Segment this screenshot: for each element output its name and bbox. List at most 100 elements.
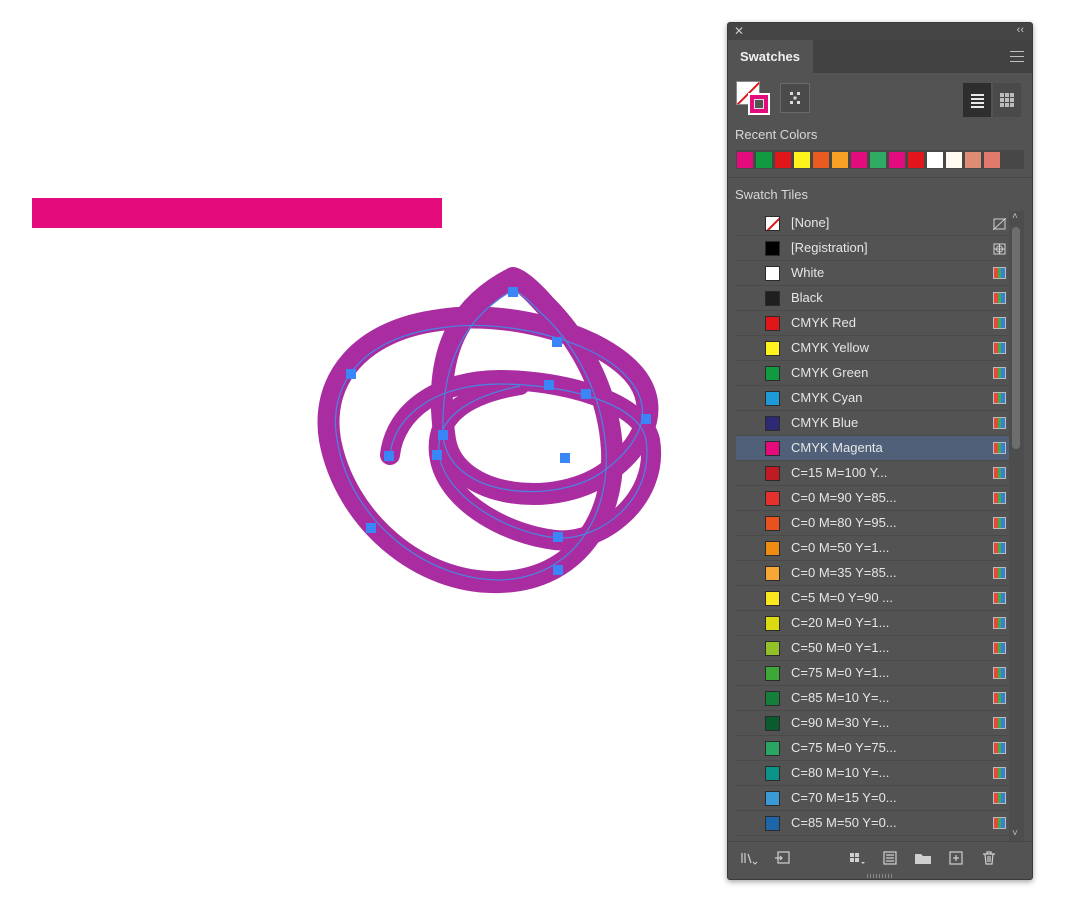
- swatch-row[interactable]: CMYK Red: [736, 311, 1009, 336]
- swatch-name: C=15 M=100 Y...: [791, 465, 888, 480]
- swatch-row[interactable]: C=90 M=30 Y=...: [736, 711, 1009, 736]
- anchor-point[interactable]: [366, 523, 376, 533]
- swatch-row[interactable]: C=0 M=80 Y=95...: [736, 511, 1009, 536]
- recent-color-swatch[interactable]: [756, 151, 772, 168]
- swatch-row[interactable]: C=20 M=0 Y=1...: [736, 611, 1009, 636]
- new-swatch-icon[interactable]: [947, 850, 965, 866]
- cmyk-icon: [993, 742, 1006, 754]
- recent-color-swatch[interactable]: [832, 151, 848, 168]
- new-color-group-icon[interactable]: [914, 850, 932, 866]
- brush-path[interactable]: [317, 267, 662, 594]
- delete-swatch-icon[interactable]: [980, 850, 998, 866]
- swatch-row[interactable]: CMYK Yellow: [736, 336, 1009, 361]
- recent-color-swatch[interactable]: [813, 151, 829, 168]
- swatch-name: C=5 M=0 Y=90 ...: [791, 590, 894, 605]
- swatch-row[interactable]: C=50 M=0 Y=1...: [736, 636, 1009, 661]
- panel-bottom-toolbar: [728, 841, 1032, 879]
- section-divider: [728, 177, 1032, 178]
- swatch-row[interactable]: CMYK Magenta: [736, 436, 1009, 461]
- anchor-point[interactable]: [553, 532, 563, 542]
- swatch-row[interactable]: Black: [736, 286, 1009, 311]
- anchor-point[interactable]: [384, 451, 394, 461]
- list-view-icon[interactable]: [963, 83, 991, 117]
- scroll-down-icon[interactable]: ˅: [1012, 828, 1018, 840]
- swatch-color-chip: [765, 591, 780, 606]
- swatch-row[interactable]: C=75 M=0 Y=75...: [736, 736, 1009, 761]
- recent-color-swatch[interactable]: [794, 151, 810, 168]
- swatch-row[interactable]: C=85 M=50 Y=0...: [736, 811, 1009, 836]
- place-swatch-exchange-icon[interactable]: [774, 850, 792, 866]
- cmyk-icon: [993, 267, 1006, 279]
- anchor-point[interactable]: [581, 389, 591, 399]
- swatch-name: [Registration]: [791, 240, 868, 255]
- anchor-point[interactable]: [346, 369, 356, 379]
- recent-color-swatch[interactable]: [965, 151, 981, 168]
- swatch-name: C=20 M=0 Y=1...: [791, 615, 890, 630]
- swatch-row[interactable]: [None]: [736, 211, 1009, 236]
- swatch-name: C=90 M=30 Y=...: [791, 715, 890, 730]
- swatch-row[interactable]: CMYK Cyan: [736, 386, 1009, 411]
- recent-color-swatch[interactable]: [946, 151, 962, 168]
- anchor-point[interactable]: [553, 565, 563, 575]
- recent-color-swatch[interactable]: [775, 151, 791, 168]
- swatch-name: CMYK Magenta: [791, 440, 883, 455]
- magenta-bar[interactable]: [32, 198, 442, 228]
- recent-color-swatch[interactable]: [984, 151, 1000, 168]
- swatch-row[interactable]: C=0 M=90 Y=85...: [736, 486, 1009, 511]
- swatch-name: C=0 M=50 Y=1...: [791, 540, 890, 555]
- swatch-name: CMYK Green: [791, 365, 869, 380]
- swatch-row[interactable]: [Registration]: [736, 236, 1009, 261]
- swatch-row[interactable]: C=75 M=0 Y=1...: [736, 661, 1009, 686]
- recent-color-swatch[interactable]: [737, 151, 753, 168]
- swatch-row[interactable]: C=15 M=100 Y...: [736, 461, 1009, 486]
- swatch-name: C=85 M=50 Y=0...: [791, 815, 897, 830]
- swatch-row[interactable]: C=70 M=15 Y=0...: [736, 786, 1009, 811]
- panel-resize-grip[interactable]: [867, 874, 893, 878]
- anchor-point[interactable]: [544, 380, 554, 390]
- cmyk-icon: [993, 567, 1006, 579]
- recent-color-swatch[interactable]: [908, 151, 924, 168]
- swatch-row[interactable]: C=5 M=0 Y=90 ...: [736, 586, 1009, 611]
- cmyk-icon: [993, 492, 1006, 504]
- swatch-row[interactable]: CMYK Blue: [736, 411, 1009, 436]
- pattern-swatch-icon[interactable]: [780, 83, 810, 113]
- panel-title-bar[interactable]: ✕ ‹‹: [728, 23, 1032, 40]
- swatch-row[interactable]: CMYK Green: [736, 361, 1009, 386]
- recent-color-swatch[interactable]: [870, 151, 886, 168]
- fill-stroke-widget[interactable]: [736, 81, 774, 119]
- swatch-name: C=0 M=90 Y=85...: [791, 490, 897, 505]
- swatch-options-icon[interactable]: [881, 850, 899, 866]
- tab-swatches[interactable]: Swatches: [728, 40, 813, 73]
- swatch-libraries-menu-icon[interactable]: [740, 850, 758, 866]
- collapse-icon[interactable]: ‹‹: [1017, 23, 1024, 37]
- swatch-row[interactable]: C=85 M=10 Y=...: [736, 686, 1009, 711]
- recent-color-swatch[interactable]: [889, 151, 905, 168]
- panel-menu-icon[interactable]: [1010, 51, 1024, 62]
- swatch-name: C=70 M=15 Y=0...: [791, 790, 897, 805]
- swatch-row[interactable]: C=0 M=50 Y=1...: [736, 536, 1009, 561]
- swatch-list: [None] [Registration] White Black CMYK Red CM…: [736, 211, 1009, 841]
- swatch-list-scrollbar[interactable]: ˄ ˅: [1009, 211, 1024, 841]
- swatch-name: Black: [791, 290, 823, 305]
- swatch-name: C=75 M=0 Y=1...: [791, 665, 890, 680]
- swatch-row[interactable]: C=80 M=10 Y=...: [736, 761, 1009, 786]
- anchor-point[interactable]: [552, 337, 562, 347]
- anchor-point[interactable]: [641, 414, 651, 424]
- stroke-swatch[interactable]: [748, 93, 770, 115]
- show-swatch-kinds-menu-icon[interactable]: [848, 850, 866, 866]
- swatch-row[interactable]: C=0 M=35 Y=85...: [736, 561, 1009, 586]
- recent-color-swatch[interactable]: [927, 151, 943, 168]
- anchor-point[interactable]: [560, 453, 570, 463]
- swatch-color-chip: [765, 316, 780, 331]
- cmyk-icon: [993, 592, 1006, 604]
- anchor-point[interactable]: [508, 287, 518, 297]
- swatch-row[interactable]: White: [736, 261, 1009, 286]
- scroll-up-icon[interactable]: ˄: [1012, 211, 1018, 223]
- scrollbar-thumb[interactable]: [1012, 227, 1020, 449]
- registration-icon: [993, 242, 1006, 255]
- anchor-point[interactable]: [438, 430, 448, 440]
- recent-color-swatch[interactable]: [851, 151, 867, 168]
- close-icon[interactable]: ✕: [734, 24, 744, 38]
- grid-view-icon[interactable]: [993, 83, 1021, 117]
- anchor-point[interactable]: [432, 450, 442, 460]
